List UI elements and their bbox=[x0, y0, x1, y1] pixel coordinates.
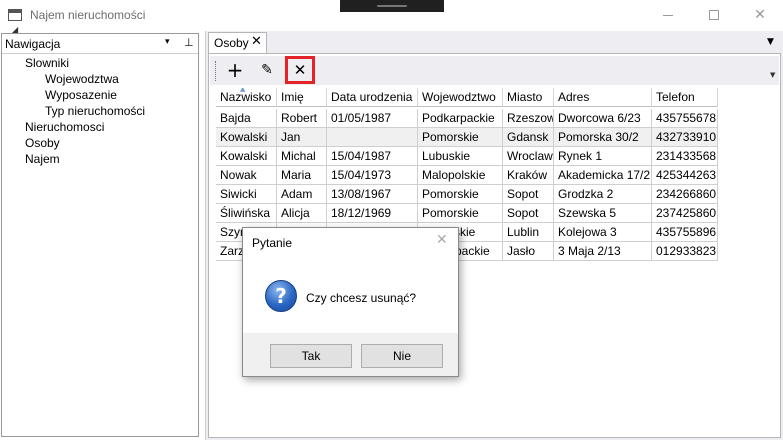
maximize-icon bbox=[709, 10, 719, 20]
navigation-title: Nawigacja bbox=[5, 37, 61, 51]
cell-telefon[interactable]: 432733910 bbox=[652, 128, 718, 147]
column-header-nazwisko[interactable]: ▲ Nazwisko bbox=[216, 88, 277, 107]
app-window-icon bbox=[8, 9, 22, 21]
plus-icon: + bbox=[226, 58, 244, 82]
cell-telefon[interactable]: 425344263 bbox=[652, 166, 718, 185]
cell-data-urodzenia[interactable] bbox=[327, 128, 418, 147]
cell-adres[interactable]: 3 Maja 2/13 bbox=[554, 242, 652, 261]
cell-nazwisko[interactable]: Śliwińska bbox=[216, 204, 277, 223]
cell-wojewodztwo[interactable]: Pomorskie bbox=[418, 128, 503, 147]
delete-button[interactable]: ✕ bbox=[285, 56, 315, 84]
cell-adres[interactable]: Akademicka 17/2 bbox=[554, 166, 652, 185]
cell-imie[interactable]: Jan bbox=[277, 128, 327, 147]
tree-item-wyposazenie[interactable]: Wyposazenie bbox=[45, 88, 117, 104]
cell-adres[interactable]: Rynek 1 bbox=[554, 147, 652, 166]
cell-wojewodztwo[interactable]: Pomorskie bbox=[418, 204, 503, 223]
toolbar-grip[interactable] bbox=[215, 61, 218, 81]
cell-adres[interactable]: Pomorska 30/2 bbox=[554, 128, 652, 147]
cell-imie[interactable]: Adam bbox=[277, 185, 327, 204]
cell-telefon[interactable]: 012933823 bbox=[652, 242, 718, 261]
cell-wojewodztwo[interactable]: Lubuskie bbox=[418, 147, 503, 166]
cell-imie[interactable]: Robert bbox=[277, 109, 327, 128]
cell-telefon[interactable]: 435755896 bbox=[652, 223, 718, 242]
cell-telefon[interactable]: 231433568 bbox=[652, 147, 718, 166]
cell-data-urodzenia[interactable]: 15/04/1987 bbox=[327, 147, 418, 166]
navigation-header: Nawigacja ▾ ⊥ bbox=[2, 34, 198, 54]
column-header-imie[interactable]: Imię bbox=[277, 88, 327, 107]
cell-miasto[interactable]: Sopot bbox=[503, 204, 554, 223]
pin-icon[interactable]: ⊥ bbox=[184, 36, 194, 49]
dialog-message: Czy chcesz usunąć? bbox=[306, 291, 417, 305]
tab-osoby[interactable]: Osoby ✕ bbox=[208, 32, 267, 53]
cell-nazwisko[interactable]: Kowalski bbox=[216, 128, 277, 147]
dialog-title: Pytanie bbox=[252, 236, 293, 250]
close-tab-icon[interactable]: ✕ bbox=[251, 34, 262, 49]
cell-wojewodztwo[interactable]: Podkarpackie bbox=[418, 109, 503, 128]
close-window-button[interactable]: ✕ bbox=[737, 0, 783, 30]
tree-item-slowniki[interactable]: Slowniki bbox=[25, 56, 69, 72]
cell-wojewodztwo[interactable]: Pomorskie bbox=[418, 185, 503, 204]
chevron-down-icon[interactable]: ▾ bbox=[165, 37, 170, 47]
cell-wojewodztwo[interactable]: Malopolskie bbox=[418, 166, 503, 185]
delete-icon: ✕ bbox=[293, 61, 307, 79]
no-button[interactable]: Nie bbox=[361, 344, 443, 368]
sort-ascending-icon: ▲ bbox=[240, 88, 246, 93]
minimize-icon bbox=[663, 14, 673, 16]
confirm-delete-dialog: Pytanie ✕ ? Czy chcesz usunąć? Tak Nie bbox=[242, 227, 459, 377]
edit-button[interactable]: ✎ bbox=[254, 57, 280, 83]
column-label: Nazwisko bbox=[220, 90, 272, 104]
close-icon: ✕ bbox=[754, 7, 766, 23]
cell-imie[interactable]: Maria bbox=[277, 166, 327, 185]
cell-imie[interactable]: Michal bbox=[277, 147, 327, 166]
cell-adres[interactable]: Dworcowa 6/23 bbox=[554, 109, 652, 128]
maximize-button[interactable] bbox=[691, 0, 737, 30]
cell-nazwisko[interactable]: Bajda bbox=[216, 109, 277, 128]
cell-miasto[interactable]: Wroclaw bbox=[503, 147, 554, 166]
title-drag-handle[interactable] bbox=[340, 0, 444, 12]
tree-expand-icon[interactable]: ◢ bbox=[12, 25, 18, 34]
pencil-icon: ✎ bbox=[261, 62, 273, 78]
column-header-wojewodztwo[interactable]: Wojewodztwo bbox=[418, 88, 503, 107]
cell-miasto[interactable]: Kraków bbox=[503, 166, 554, 185]
cell-adres[interactable]: Grodzka 2 bbox=[554, 185, 652, 204]
tree-item-typ-nieruchomosci[interactable]: Typ nieruchomości bbox=[45, 104, 145, 120]
tree-item-wojewodztwa[interactable]: Wojewodztwa bbox=[45, 72, 119, 88]
cell-miasto[interactable]: Jasło bbox=[503, 242, 554, 261]
cell-telefon[interactable]: 435755678 bbox=[652, 109, 718, 128]
cell-nazwisko[interactable]: Siwicki bbox=[216, 185, 277, 204]
column-header-data-urodzenia[interactable]: Data urodzenia bbox=[327, 88, 418, 107]
tree-item-najem[interactable]: Najem bbox=[25, 152, 60, 168]
cell-adres[interactable]: Szewska 5 bbox=[554, 204, 652, 223]
dialog-close-icon[interactable]: ✕ bbox=[436, 232, 448, 248]
cell-data-urodzenia[interactable]: 13/08/1967 bbox=[327, 185, 418, 204]
toolbar-overflow-icon[interactable]: ▼ bbox=[770, 71, 775, 79]
tab-label: Osoby bbox=[214, 36, 249, 50]
cell-imie[interactable]: Alicja bbox=[277, 204, 327, 223]
title-bar: Najem nieruchomości ✕ bbox=[0, 0, 783, 30]
cell-miasto[interactable]: Lublin bbox=[503, 223, 554, 242]
window-title: Najem nieruchomości bbox=[30, 8, 146, 22]
cell-miasto[interactable]: Sopot bbox=[503, 185, 554, 204]
question-icon: ? bbox=[265, 280, 297, 312]
tab-menu-icon[interactable]: ▼ bbox=[767, 37, 774, 47]
tree-item-nieruchomosci[interactable]: Nieruchomosci bbox=[25, 120, 104, 136]
cell-nazwisko[interactable]: Nowak bbox=[216, 166, 277, 185]
cell-telefon[interactable]: 234266860 bbox=[652, 185, 718, 204]
cell-telefon[interactable]: 237425860 bbox=[652, 204, 718, 223]
add-button[interactable]: + bbox=[222, 57, 248, 83]
tree-item-osoby[interactable]: Osoby bbox=[25, 136, 60, 152]
column-header-telefon[interactable]: Telefon bbox=[652, 88, 718, 107]
cell-miasto[interactable]: Gdansk bbox=[503, 128, 554, 147]
cell-data-urodzenia[interactable]: 15/04/1973 bbox=[327, 166, 418, 185]
yes-button[interactable]: Tak bbox=[270, 344, 352, 368]
column-header-miasto[interactable]: Miasto bbox=[503, 88, 554, 107]
minimize-button[interactable] bbox=[645, 0, 691, 30]
cell-data-urodzenia[interactable]: 18/12/1969 bbox=[327, 204, 418, 223]
cell-adres[interactable]: Kolejowa 3 bbox=[554, 223, 652, 242]
cell-data-urodzenia[interactable]: 01/05/1987 bbox=[327, 109, 418, 128]
cell-nazwisko[interactable]: Kowalski bbox=[216, 147, 277, 166]
cell-miasto[interactable]: Rzeszow bbox=[503, 109, 554, 128]
column-header-adres[interactable]: Adres bbox=[554, 88, 652, 107]
